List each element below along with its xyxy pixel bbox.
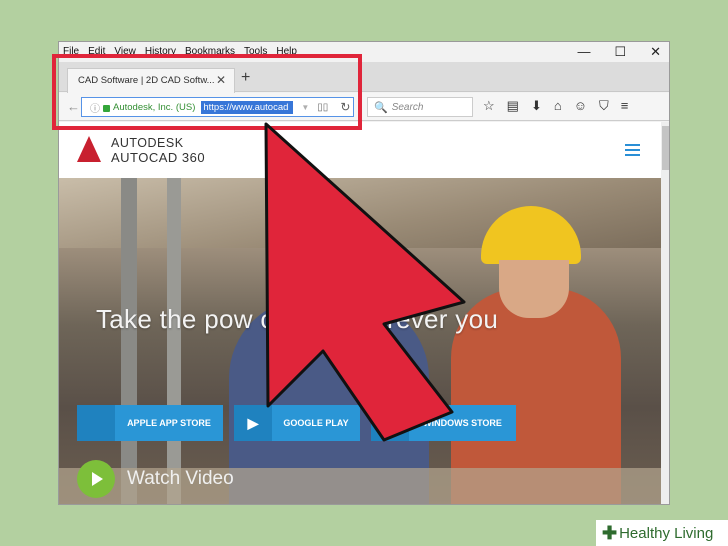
pointer-arrow-icon <box>264 122 466 442</box>
watermark: ✚ Healthy Living <box>596 520 728 546</box>
watermark-text: Healthy Living <box>619 524 714 542</box>
pointer-arrow-shape <box>264 122 466 442</box>
healthy-living-cross-icon: ✚ <box>602 522 618 543</box>
